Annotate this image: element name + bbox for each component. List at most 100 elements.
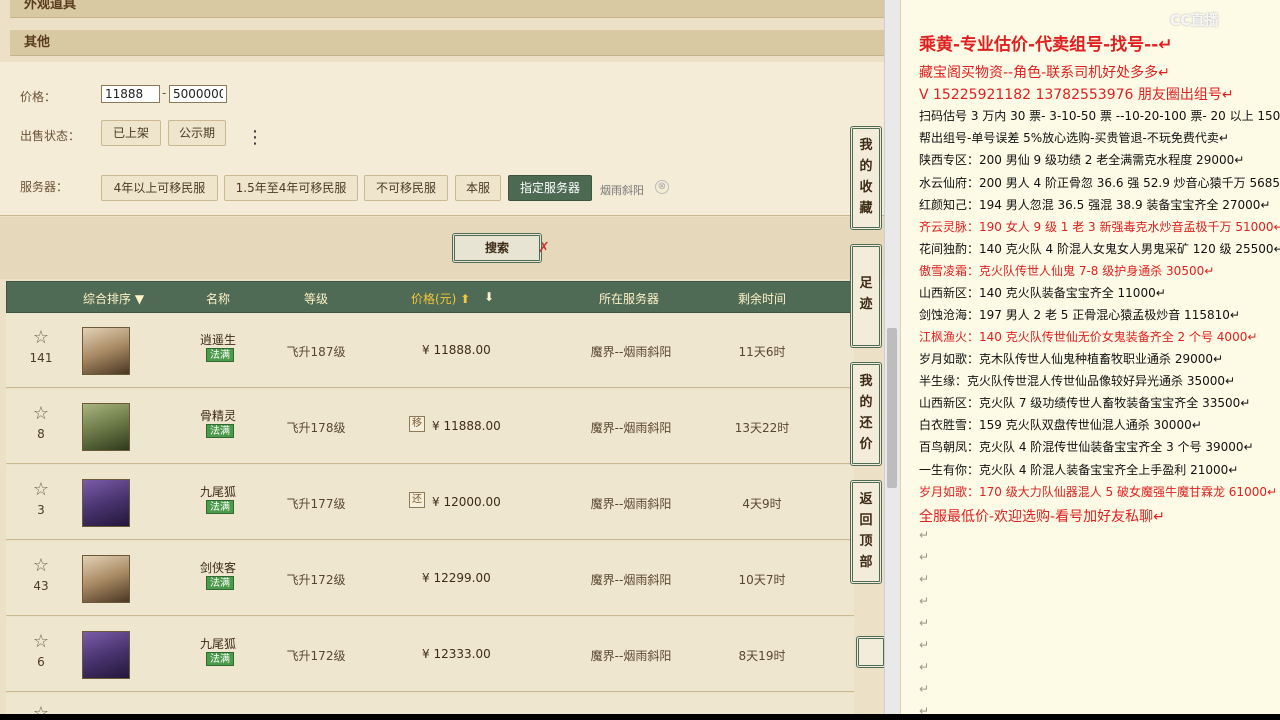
status-badge: 法满: [206, 500, 234, 514]
empty-line: ↵: [919, 704, 930, 714]
note-line: 半生缘：克火队传世混人传世仙品像较好异光通杀 35000↵: [919, 374, 1236, 388]
tab-char: 还: [859, 416, 873, 431]
note-line: 藏宝阁买物资--角色-联系司机好处多多↵: [919, 65, 1170, 81]
table-row[interactable]: ☆ 43 剑侠客 法满 飞升172级 ¥ 12299.00 魔界--烟雨斜阳 1…: [6, 541, 854, 616]
character-avatar[interactable]: [82, 555, 130, 603]
category-other[interactable]: 其他: [10, 30, 884, 56]
character-name[interactable]: 九尾狐: [178, 483, 258, 500]
note-line: 帮出组号-单号误差 5%放心选购-买贵管退-不玩免费代卖↵: [919, 131, 1229, 145]
character-server: 魔界--烟雨斜阳: [590, 345, 672, 359]
favorite-star-icon[interactable]: ☆: [30, 631, 52, 652]
category-appearance[interactable]: 外观道具: [10, 0, 884, 18]
bottom-bar: [0, 714, 1280, 720]
character-level: 飞升172级: [286, 649, 346, 663]
remaining-time: 13天22时: [734, 421, 790, 435]
note-line: 花间独酌：140 克火队 4 阶混人女鬼女人男鬼采矿 120 级 25500↵: [919, 242, 1280, 256]
server-column-header: 所在服务器: [599, 292, 660, 306]
character-server: 魔界--烟雨斜阳: [590, 421, 672, 435]
character-avatar[interactable]: [82, 327, 130, 375]
tab-char: 藏: [859, 201, 873, 216]
character-name[interactable]: 逍遥生: [178, 331, 258, 348]
character-level: 飞升177级: [286, 497, 346, 511]
server-specified-button[interactable]: 指定服务器: [508, 175, 592, 201]
table-row[interactable]: ☆ 3 九尾狐 法满 飞升177级 还 ¥ 12000.00 魔界--烟雨斜阳 …: [6, 465, 854, 540]
character-name[interactable]: 九尾狐: [178, 635, 258, 652]
server-1-5yr-button[interactable]: 1.5年至4年可移民服: [224, 175, 358, 201]
empty-line: ↵: [919, 616, 930, 630]
character-avatar[interactable]: [82, 403, 130, 451]
price-max-input[interactable]: [169, 85, 227, 103]
character-server: 魔界--烟雨斜阳: [590, 497, 672, 511]
character-avatar[interactable]: [82, 631, 130, 679]
side-mini-tab[interactable]: [856, 636, 886, 668]
status-preview-button[interactable]: 公示期: [168, 120, 226, 146]
favorite-star-icon[interactable]: ☆: [30, 327, 52, 348]
results-table-header: 综合排序 ▼ 名称 等级 价格(元) ⬆ ⬇ 所在服务器 剩余时间: [6, 281, 854, 313]
price-column-header[interactable]: 价格(元) ⬆: [411, 290, 470, 307]
tab-char: 我: [859, 374, 873, 389]
character-price: ¥ 12299.00: [422, 571, 491, 585]
note-line: 红颜知己：194 男人忽混 36.5 强混 38.9 装备宝宝齐全 27000↵: [919, 198, 1271, 212]
clear-server-icon[interactable]: ⊗: [655, 180, 669, 194]
character-name[interactable]: 剑侠客: [178, 559, 258, 576]
character-price: ¥ 11888.00: [432, 419, 501, 433]
note-line: 山西新区：克火队 7 级功绩传世人畜牧装备宝宝齐全 33500↵: [919, 396, 1251, 410]
note-line: 岁月如歌：170 级大力队仙器混人 5 破女魔强牛魔甘霖龙 61000↵: [919, 485, 1278, 499]
character-level: 飞升172级: [286, 573, 346, 587]
search-button[interactable]: 搜索: [452, 233, 542, 263]
tab-char: 的: [859, 159, 873, 174]
note-line: 江枫渔火：140 克火队传世仙无价女鬼装备齐全 2 个号 4000↵: [919, 330, 1258, 344]
price-min-input[interactable]: [101, 85, 160, 103]
character-avatar[interactable]: [82, 479, 130, 527]
note-line: 乘黄-专业估价-代卖组号-找号--↵: [919, 35, 1173, 55]
price-label: 价格：: [20, 90, 57, 104]
favorite-count: 6: [37, 655, 45, 669]
note-line: 一生有你：克火队 4 阶混人装备宝宝齐全上手盈利 21000↵: [919, 463, 1239, 477]
status-badge: 法满: [206, 424, 234, 438]
favorite-count: 141: [29, 351, 53, 365]
footprints-tab[interactable]: 足 迹: [850, 244, 882, 348]
table-row[interactable]: ☆ 8 骨精灵 法满 飞升178级 移 ¥ 11888.00 魔界--烟雨斜阳 …: [6, 389, 854, 464]
remaining-time: 10天7时: [738, 573, 786, 587]
scrollbar-thumb[interactable]: [887, 328, 897, 488]
server-label: 服务器：: [20, 180, 69, 194]
note-line: 百鸟朝凤：克火队 4 阶混传世仙装备宝宝齐全 3 个号 39000↵: [919, 440, 1254, 454]
status-badge: 法满: [206, 652, 234, 666]
favorite-star-icon[interactable]: ☆: [30, 555, 52, 576]
note-line: 山西新区：140 克火队装备宝宝齐全 11000↵: [919, 286, 1166, 300]
table-row[interactable]: ☆ 141 逍遥生 法满 飞升187级 ¥ 11888.00 魔界--烟雨斜阳 …: [6, 313, 854, 388]
more-options-icon[interactable]: ⋮: [246, 128, 264, 148]
tab-char: 足: [859, 276, 873, 291]
selected-server-name: 烟雨斜阳: [600, 184, 644, 197]
table-row[interactable]: ☆: [6, 693, 854, 714]
back-to-top-tab[interactable]: 返 回 顶 部: [850, 480, 882, 584]
status-badge: 法满: [206, 348, 234, 362]
table-row[interactable]: ☆ 6 九尾狐 法满 飞升172级 ¥ 12333.00 魔界--烟雨斜阳 8天…: [6, 617, 854, 692]
server-this-button[interactable]: 本服: [455, 175, 501, 201]
status-listed-button[interactable]: 已上架: [101, 120, 161, 146]
favorite-star-icon[interactable]: ☆: [30, 403, 52, 424]
favorite-star-icon[interactable]: ☆: [30, 703, 52, 714]
note-line: 陕西专区：200 男仙 9 级功绩 2 老全满需克水程度 29000↵: [919, 153, 1245, 167]
favorite-count: 8: [37, 427, 45, 441]
server-no-migrate-button[interactable]: 不可移民服: [364, 175, 448, 201]
sort-column-header[interactable]: 综合排序 ▼: [83, 290, 144, 307]
tab-char: 价: [859, 437, 873, 452]
character-price: ¥ 12000.00: [432, 495, 501, 509]
price-sort-icon[interactable]: ⬇: [484, 290, 494, 304]
cursor-cross-icon: ✗: [538, 240, 550, 256]
note-line: 扫码估号 3 万内 30 票- 3-10-50 票 --10-20-100 票-…: [919, 109, 1280, 123]
my-bargains-tab[interactable]: 我 的 还 价: [850, 362, 882, 466]
my-favorites-tab[interactable]: 我 的 收 藏: [850, 126, 882, 230]
character-level: 飞升178级: [286, 421, 346, 435]
remaining-time: 4天9时: [742, 497, 782, 511]
server-4yr-button[interactable]: 4年以上可移民服: [101, 175, 218, 201]
character-name[interactable]: 骨精灵: [178, 407, 258, 424]
note-line: 岁月如歌：克木队传世人仙鬼种植畜牧职业通杀 29000↵: [919, 352, 1224, 366]
tab-char: 收: [859, 180, 873, 195]
notes-document: 乘黄-专业估价-代卖组号-找号--↵ 藏宝阁买物资--角色-联系司机好处多多↵ V …: [900, 0, 1280, 714]
favorite-star-icon[interactable]: ☆: [30, 479, 52, 500]
note-line: 白衣胜雪：159 克火队双盘传世仙混人通杀 30000↵: [919, 418, 1202, 432]
tab-char: 顶: [859, 534, 873, 549]
market-pane: 外观道具 其他 价格： - 出售状态： 已上架 公示期 ⋮ 服务器： 4年以上可…: [0, 0, 884, 714]
